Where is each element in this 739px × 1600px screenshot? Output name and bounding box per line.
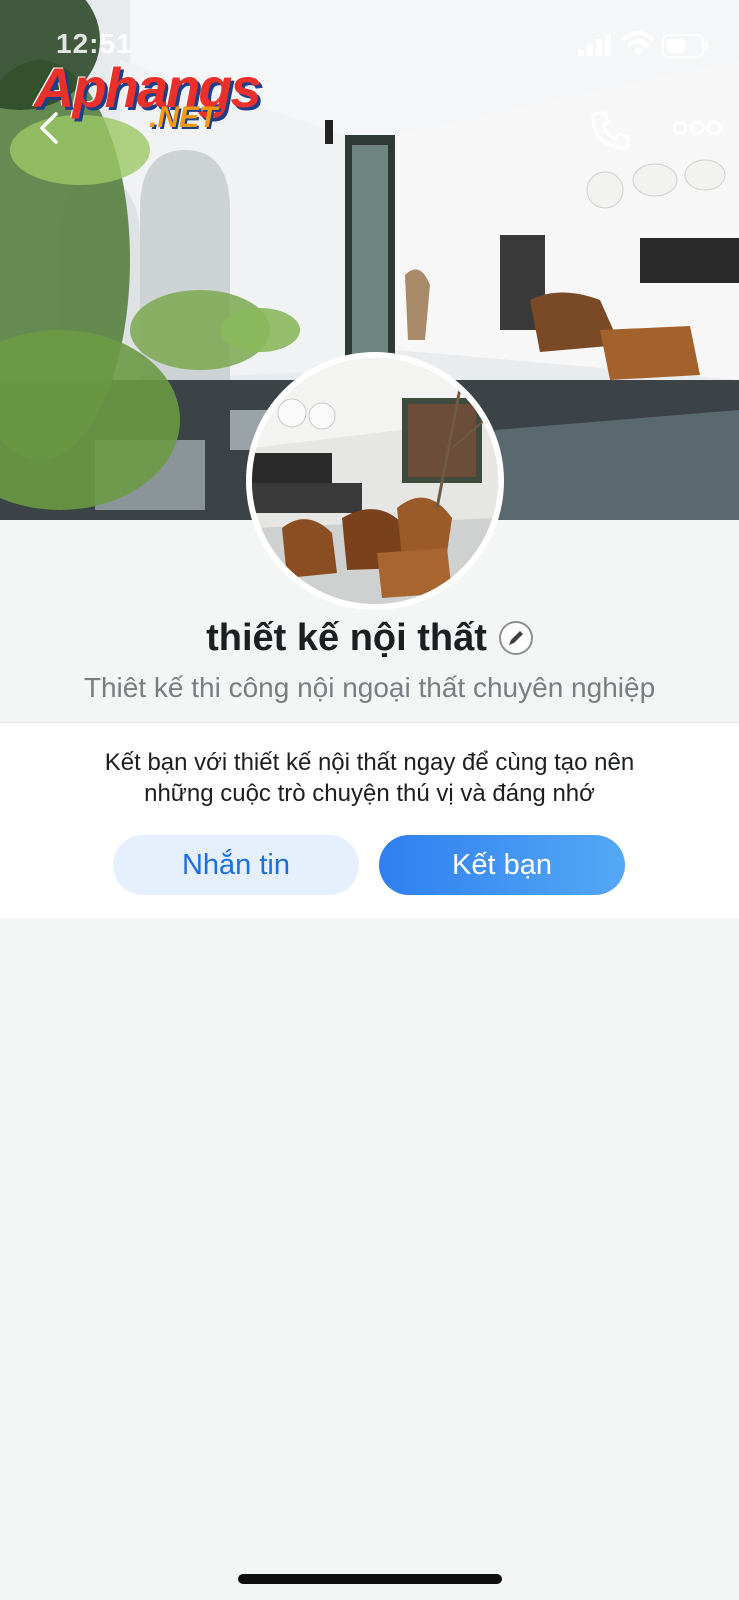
profile-screen: 12:51 Aphangs .NET thiết kế nội thất Thi…: [0, 0, 739, 1600]
friend-request-card: Kết bạn với thiết kế nội thất ngay để cù…: [0, 722, 739, 918]
phone-icon: [591, 111, 630, 150]
friend-prompt-line-2: những cuộc trò chuyện thú vị và đáng nhớ: [144, 780, 595, 807]
friend-prompt-text: Kết bạn với thiết kế nội thất ngay để cù…: [40, 747, 699, 809]
message-button[interactable]: Nhắn tin: [113, 835, 359, 895]
logo-suffix-text: .NET: [149, 101, 218, 134]
edit-name-button[interactable]: [498, 621, 533, 655]
more-button[interactable]: [672, 118, 722, 138]
call-button[interactable]: [588, 108, 632, 152]
avatar-image: [252, 358, 498, 604]
add-friend-button[interactable]: Kết bạn: [379, 835, 625, 895]
friend-prompt-line-1: Kết bạn với thiết kế nội thất ngay để cù…: [104, 749, 635, 776]
cellular-signal-icon: [578, 34, 611, 56]
chevron-left-icon: [40, 112, 58, 144]
battery-icon: [662, 34, 709, 58]
pencil-icon: [508, 631, 523, 645]
avatar[interactable]: [246, 352, 504, 610]
profile-bio: Thiêt kế thi công nội ngoại thất chuyên …: [83, 672, 656, 703]
back-button[interactable]: [30, 108, 70, 148]
more-dots-icon: [672, 120, 722, 136]
profile-name-row: thiết kế nội thất: [0, 612, 739, 664]
profile-name: thiết kế nội thất: [206, 616, 487, 659]
home-indicator[interactable]: [238, 1574, 502, 1584]
wifi-icon: [622, 31, 654, 55]
